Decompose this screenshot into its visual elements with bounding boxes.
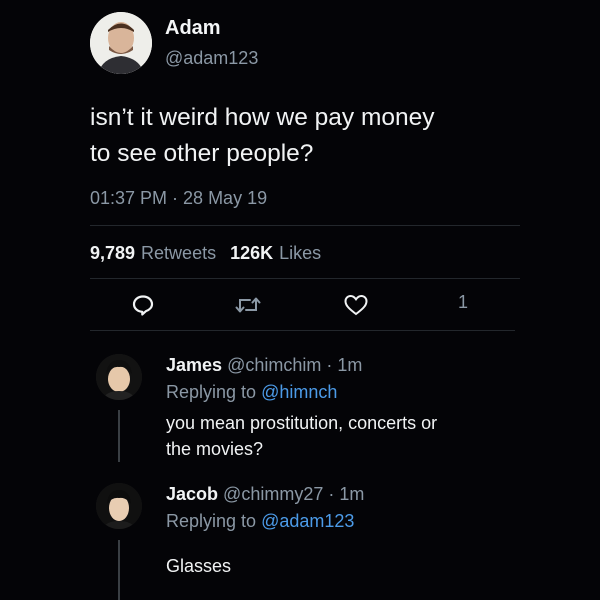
like-action-count: 1 [458, 292, 469, 312]
reply-text: you mean prostitution, concerts or the m… [166, 410, 437, 462]
reply-time: · 1m [326, 355, 363, 375]
tweet-text-line-2: to see other people? [90, 140, 314, 167]
likes-count: 126K [230, 243, 274, 263]
reply-avatar[interactable] [96, 354, 142, 400]
divider [90, 225, 520, 226]
replying-to: Replying to @adam123 [166, 511, 354, 532]
reply-button[interactable] [128, 290, 158, 320]
tweet-timestamp[interactable]: 01:37 PM · 28 May 19 [90, 188, 267, 209]
replying-to-label: Replying to [166, 382, 257, 402]
reply-icon [132, 295, 154, 316]
like-button[interactable] [341, 290, 371, 320]
retweet-button[interactable] [233, 290, 263, 320]
reply-text-line-1: you mean prostitution, concerts or [166, 413, 438, 433]
replying-to-label: Replying to [166, 511, 257, 531]
likes-label: Likes [279, 243, 322, 263]
tweet-text-line-1: isn’t it weird how we pay money [90, 104, 435, 131]
author-name[interactable]: Adam [165, 17, 221, 40]
retweets-stat[interactable]: 9,789 Retweets [90, 243, 216, 264]
reply-header: James @chimchim · 1m [166, 355, 362, 376]
author-handle[interactable]: @adam123 [165, 48, 258, 69]
retweets-label: Retweets [141, 243, 217, 263]
reply-author-name[interactable]: Jacob [166, 484, 218, 504]
retweet-icon [235, 297, 261, 313]
divider [90, 330, 515, 331]
reply-header: Jacob @chimmy27 · 1m [166, 484, 364, 505]
tweet-stats: 9,789 Retweets 126K Likes [90, 243, 329, 264]
replying-to: Replying to @himnch [166, 382, 337, 403]
replying-to-mention[interactable]: @himnch [261, 382, 337, 402]
reply-author-handle[interactable]: @chimchim [227, 355, 321, 375]
heart-icon [344, 294, 368, 316]
likes-stat[interactable]: 126K Likes [230, 243, 321, 264]
reply-author-name[interactable]: James [166, 355, 222, 375]
retweets-count: 9,789 [90, 243, 136, 263]
reply-text-line-2: the movies? [166, 439, 264, 459]
tweet-text: isn’t it weird how we pay money to see o… [90, 100, 560, 172]
thread-line [118, 410, 120, 462]
reply-text: Glasses [166, 556, 232, 576]
reply-time: · 1m [328, 484, 365, 504]
reply-author-handle[interactable]: @chimmy27 [223, 484, 323, 504]
author-avatar[interactable] [90, 12, 152, 74]
thread-line [118, 540, 120, 600]
reply-avatar[interactable] [96, 483, 142, 529]
divider [90, 278, 520, 279]
replying-to-mention[interactable]: @adam123 [261, 511, 354, 531]
